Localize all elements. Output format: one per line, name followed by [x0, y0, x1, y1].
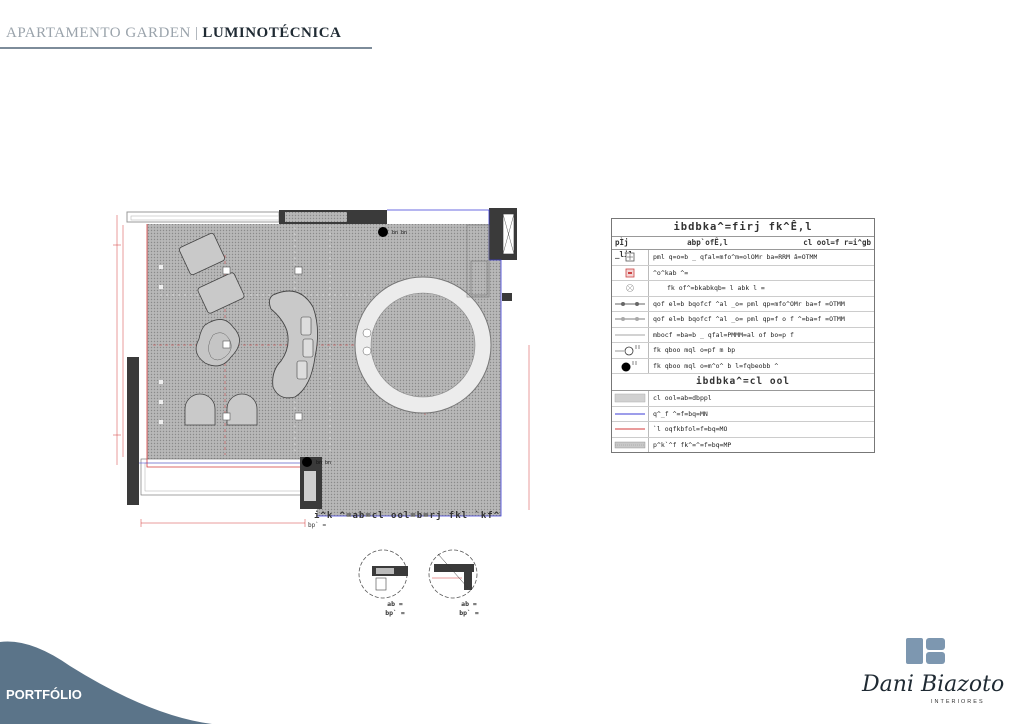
wall-outline [126, 211, 280, 223]
legend-text: cl ool=ab=dbppl [653, 394, 712, 403]
legend-text: `l oqfkbfol=f=bq=MO [653, 425, 728, 434]
wall-left [127, 357, 139, 505]
legend-row: fk qboo mql o=pf m bp [612, 343, 874, 359]
legend-text: qof el=b bqofcf ^al _o= pml qp=f o f ^=b… [653, 315, 845, 324]
legend-row: fk of^=bkabkqb= l abk l = [612, 281, 874, 297]
header-separator: | [194, 25, 199, 41]
legend-text: ^o^kab ^= [653, 268, 689, 277]
detail-label: bp` = [385, 609, 405, 617]
detail-label: ab = [461, 600, 477, 608]
legend-text: p^k`^f fk^=^=f=bq=MP [653, 440, 732, 449]
detail-label: bp` = [459, 609, 479, 617]
legend-col-symbol: pÌj _lil [615, 238, 634, 259]
hatch-icon [614, 394, 646, 403]
light-tag: bn bn [316, 460, 331, 466]
legend-text: fk qboo mql o=m^o^ b l=fqbeobb ^ [653, 361, 779, 370]
legend-row: `l oqfkbfol=f=bq=MO [612, 422, 874, 438]
detail-label: ab = [387, 600, 403, 608]
line-icon [615, 334, 645, 336]
plan-subtitle: bp` = [308, 522, 327, 529]
legend-row: cl ool=ab=dbppl [612, 391, 874, 407]
legend-row: ^o^kab ^= [612, 265, 874, 281]
legend-subtitle: ibdbka^=cl ool [612, 374, 874, 391]
pendant-dot [302, 457, 312, 467]
line-dot-grey-icon [615, 317, 645, 322]
page-header: APARTAMENTO GARDEN | LUMINOTÉCNICA [6, 25, 341, 42]
legend-title: ibdbka^=firj fk^Ê,l [612, 219, 874, 237]
brand-subtitle: INTERIORES [931, 699, 985, 705]
legend-row: mbocf =ba=b _ qfal=PMMM=al of bo=p f [612, 327, 874, 343]
header-underline [0, 47, 372, 49]
light-tag: bn bn [392, 230, 407, 236]
line-dot-icon [615, 301, 645, 306]
square-red-icon [625, 268, 635, 278]
legend-row: qof el=b bqofcf ^al _o= pml qp=mfo^OMr b… [612, 296, 874, 312]
section-title: LUMINOTÉCNICA [202, 25, 342, 41]
detail-section [358, 549, 408, 599]
legend-row: q^_f ^=f=bq=MN [612, 406, 874, 422]
legend-row: qof el=b bqofcf ^al _o= pml qp=f o f ^=b… [612, 312, 874, 328]
blue-line-icon [615, 413, 645, 415]
legend-text: fk of^=bkabkqb= l abk l = [667, 284, 765, 293]
dot-filled-icon [621, 360, 637, 372]
legend-row: fk qboo mql o=m^o^ b l=fqbeobb ^ [612, 358, 874, 374]
legend-row: p^k`^f fk^=^=f=bq=MP [612, 437, 874, 452]
red-line-icon [615, 428, 645, 430]
circle-cross-icon [626, 284, 634, 293]
legend-row: pml q=o=b _ qfal=mfo^m=olOMr ba=RRM â=OT… [612, 250, 874, 266]
corner-shape [0, 641, 212, 724]
plan-title: i^k ^=ab=cl ool=b=rj fkl `kf^ [314, 511, 501, 521]
legend-text: fk qboo mql o=pf m bp [653, 346, 736, 355]
project-name: APARTAMENTO GARDEN [6, 25, 191, 41]
brand-logo-icon [906, 638, 945, 664]
legend-col-description: abp`ofÊ,l [687, 238, 728, 247]
legend-header: pÌj _lil abp`ofÊ,l cl ool=f r=i^gb [612, 237, 874, 259]
detail-section [428, 549, 478, 599]
legend-text: mbocf =ba=b _ qfal=PMMM=al of bo=p f [653, 330, 794, 339]
legend-text: qof el=b bqofcf ^al _o= pml qp=mfo^OMr b… [653, 299, 845, 308]
legend-table: ibdbka^=firj fk^Ê,l pÌj _lil abp`ofÊ,l c… [611, 218, 875, 453]
square-cross-icon [625, 252, 635, 262]
hatch-dark-icon [614, 441, 646, 448]
brand-name: Dani Biazoto [862, 672, 1005, 697]
legend-text: q^_f ^=f=bq=MN [653, 409, 708, 418]
legend-col-height: cl ool=f r=i^gb [803, 238, 871, 247]
legend-text: pml q=o=b _ qfal=mfo^m=olOMr ba=RRM â=OT… [653, 253, 818, 262]
dot-open-icon [615, 345, 640, 356]
floor-plan: bn bn bn bn [113, 208, 530, 527]
portfolio-label: PORTFÓLIO [6, 687, 82, 702]
pendant-dot [378, 227, 388, 237]
